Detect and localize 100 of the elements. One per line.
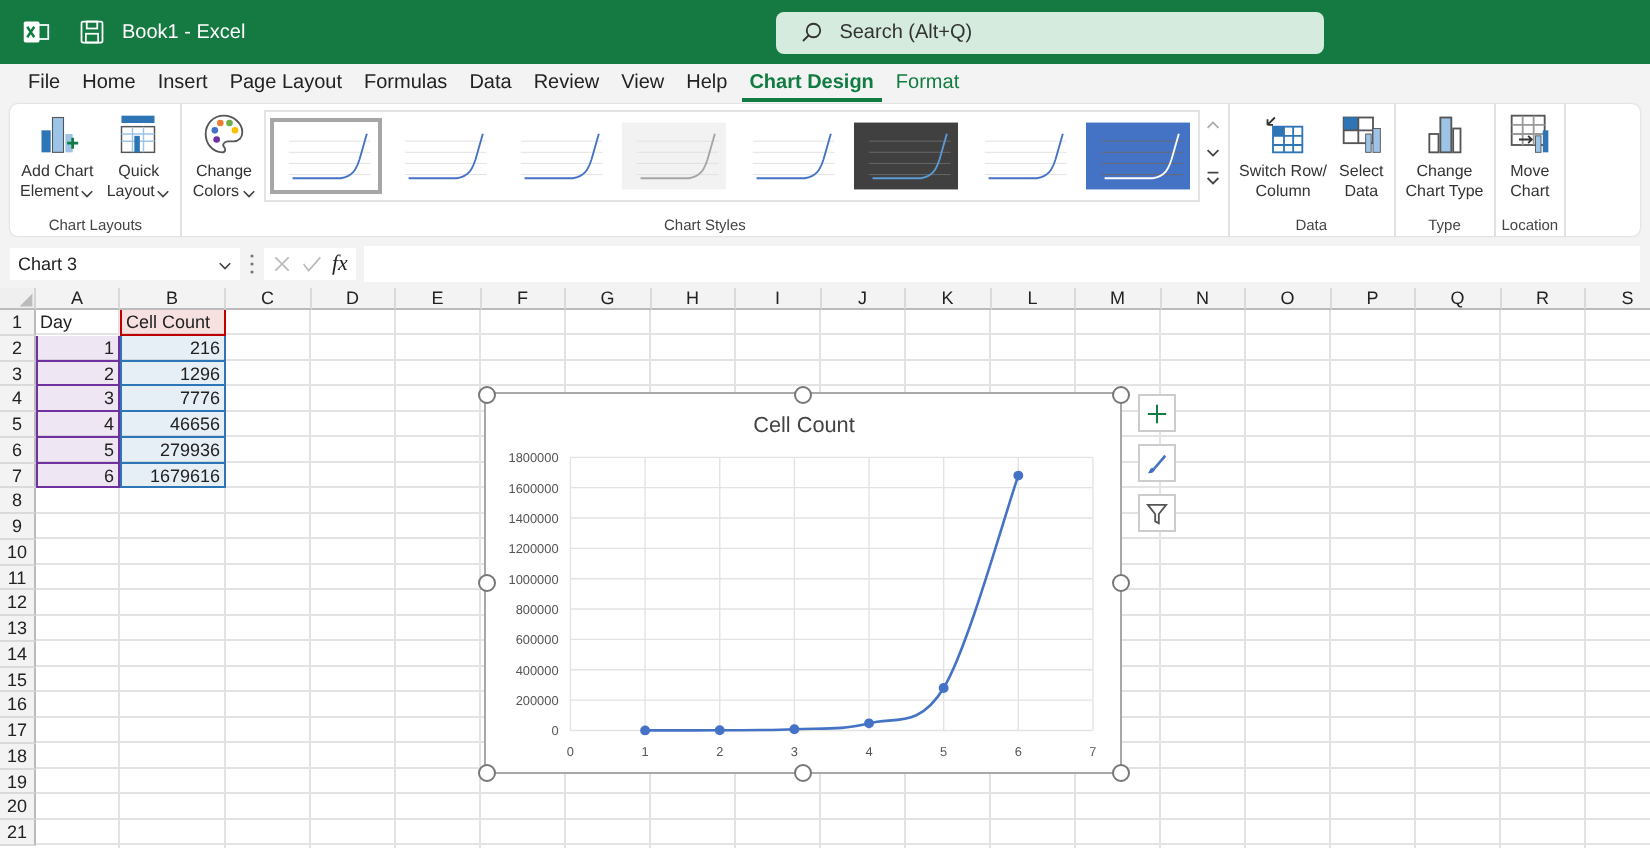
palette-icon xyxy=(201,112,246,156)
ribbon-tab[interactable]: Formulas xyxy=(356,66,456,102)
ribbon-button[interactable]: Select Data xyxy=(1335,108,1388,202)
insert-function-button[interactable]: fx xyxy=(332,252,348,276)
table-cell: 2 xyxy=(36,361,120,387)
column-header[interactable]: O xyxy=(1246,288,1331,310)
row-header[interactable]: 15 xyxy=(0,667,36,693)
column-header[interactable]: R xyxy=(1501,288,1586,310)
quick-layout-icon xyxy=(116,112,161,156)
column-header[interactable]: L xyxy=(991,288,1076,310)
row-header[interactable]: 18 xyxy=(0,743,36,769)
row-header[interactable]: 21 xyxy=(0,820,36,846)
column-header[interactable]: H xyxy=(651,288,736,310)
row-header[interactable]: 10 xyxy=(0,539,36,565)
app-logo-icon xyxy=(22,18,50,46)
ribbon-button[interactable]: Move Chart xyxy=(1503,108,1556,202)
ribbon-button[interactable]: Quick Layout xyxy=(102,108,175,202)
data-point xyxy=(714,725,725,736)
switch-icon xyxy=(1261,112,1306,156)
column-header[interactable]: E xyxy=(396,288,481,310)
row-header[interactable]: 16 xyxy=(0,692,36,718)
resize-handle[interactable] xyxy=(1111,763,1129,781)
ribbon-tab[interactable]: Page Layout xyxy=(221,66,350,102)
ribbon-button[interactable]: Add Chart Element xyxy=(16,108,99,202)
ribbon-tab[interactable]: Help xyxy=(678,66,736,102)
column-header[interactable]: N xyxy=(1161,288,1246,310)
column-header[interactable]: C xyxy=(226,288,311,310)
row-header[interactable]: 4 xyxy=(0,386,36,412)
table-cell: 3 xyxy=(36,386,120,412)
column-header[interactable]: I xyxy=(736,288,821,310)
ribbon-button[interactable]: Change Colors xyxy=(188,108,260,202)
column-header[interactable]: Q xyxy=(1416,288,1501,310)
column-header[interactable]: D xyxy=(311,288,396,310)
ribbon-tab[interactable]: File xyxy=(20,66,69,102)
table-cell: 1 xyxy=(36,335,120,361)
save-icon[interactable] xyxy=(78,18,106,46)
ribbon-tab[interactable]: Home xyxy=(74,66,144,102)
check-icon[interactable] xyxy=(302,254,322,274)
ribbon-button[interactable]: Change Chart Type xyxy=(1401,108,1488,202)
ribbon-tab[interactable]: Insert xyxy=(149,66,216,102)
chart-style-thumbnail[interactable] xyxy=(1081,118,1194,194)
resize-handle[interactable] xyxy=(477,385,495,403)
chart-style-thumbnail[interactable] xyxy=(849,118,962,194)
data-point xyxy=(938,683,949,693)
ribbon-tab[interactable]: Data xyxy=(461,66,520,102)
chart-styles-button[interactable] xyxy=(1138,444,1176,482)
name-box[interactable]: Chart 3 xyxy=(10,248,240,280)
column-header[interactable]: G xyxy=(566,288,651,310)
row-header[interactable]: 5 xyxy=(0,412,36,438)
table-cell-text: Day xyxy=(38,310,75,336)
search-field[interactable]: Search (Alt+Q) xyxy=(775,11,1324,53)
resize-handle[interactable] xyxy=(477,763,495,781)
row-header[interactable]: 1 xyxy=(0,310,36,336)
column-header[interactable]: S xyxy=(1586,288,1650,310)
chart-style-thumbnail[interactable] xyxy=(269,118,382,194)
row-header[interactable]: 2 xyxy=(0,335,36,361)
data-point xyxy=(789,724,800,735)
ribbon-tab[interactable]: Review xyxy=(525,66,608,102)
column-header[interactable]: A xyxy=(36,288,120,310)
row-header[interactable]: 17 xyxy=(0,718,36,744)
resize-handle[interactable] xyxy=(794,763,812,781)
resize-handle[interactable] xyxy=(1111,385,1129,403)
row-header[interactable]: 14 xyxy=(0,641,36,667)
data-point xyxy=(640,725,651,736)
caret-icon xyxy=(218,257,232,271)
chart-filters-button[interactable] xyxy=(1138,494,1176,532)
row-header[interactable]: 20 xyxy=(0,794,36,820)
row-header[interactable]: 8 xyxy=(0,488,36,514)
table-cell: 4 xyxy=(36,412,120,438)
row-header[interactable]: 12 xyxy=(0,590,36,616)
ribbon-button[interactable]: Switch Row/ Column xyxy=(1235,108,1332,202)
column-header[interactable]: F xyxy=(481,288,566,310)
drag-handle-icon[interactable] xyxy=(248,252,256,276)
resize-handle[interactable] xyxy=(477,574,495,592)
chart-type-icon xyxy=(1422,112,1467,156)
plus-icon xyxy=(1146,402,1168,426)
data-point xyxy=(1013,470,1024,481)
chart-elements-button[interactable] xyxy=(1138,394,1176,432)
column-header[interactable]: K xyxy=(906,288,991,310)
search-icon xyxy=(799,19,824,43)
resize-handle[interactable] xyxy=(1111,574,1129,592)
column-header[interactable]: B xyxy=(120,288,226,310)
table-cell: 1679616 xyxy=(120,463,226,489)
row-header[interactable]: 3 xyxy=(0,361,36,387)
ribbon-tab[interactable]: View xyxy=(613,66,673,102)
move-chart-icon xyxy=(1507,112,1552,156)
row-header[interactable]: 19 xyxy=(0,769,36,795)
table-cell: 5 xyxy=(36,437,120,463)
row-header[interactable]: 6 xyxy=(0,437,36,463)
column-header[interactable]: J xyxy=(821,288,906,310)
column-header[interactable]: P xyxy=(1331,288,1416,310)
ribbon-tab[interactable]: Format xyxy=(887,66,968,102)
column-header[interactable]: M xyxy=(1076,288,1161,310)
row-header[interactable]: 7 xyxy=(0,463,36,489)
row-header[interactable]: 9 xyxy=(0,514,36,540)
row-header[interactable]: 11 xyxy=(0,565,36,591)
resize-handle[interactable] xyxy=(794,385,812,403)
chart-style-thumbnail[interactable] xyxy=(617,118,730,194)
row-header[interactable]: 13 xyxy=(0,616,36,642)
more-icon[interactable] xyxy=(1203,168,1222,188)
